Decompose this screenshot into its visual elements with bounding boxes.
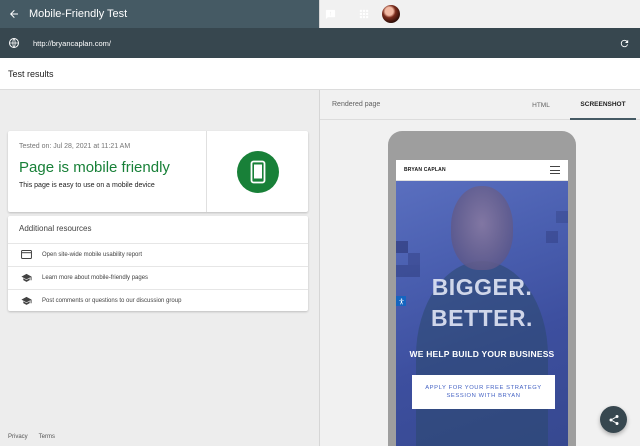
back-arrow-icon[interactable] [0,0,28,28]
hamburger-menu-icon [550,166,560,174]
globe-icon [0,28,28,58]
share-icon [609,414,618,425]
mobile-friendly-subtext: This page is easy to use on a mobile dev… [19,182,155,189]
person-photo [451,186,513,270]
rendered-tabs-bar: Rendered page HTML SCREENSHOT [320,90,640,120]
app-bar: Mobile-Friendly Test [0,0,640,28]
resource-link-usability-report[interactable]: Open site-wide mobile usability report [8,243,308,265]
app-title: Mobile-Friendly Test [29,8,128,20]
hero-line-1: BIGGER. [431,274,533,300]
refresh-icon[interactable] [614,33,634,53]
hero-banner: BIGGER. BETTER. WE HELP BUILD YOUR BUSIN… [396,181,568,446]
hero-tagline: WE HELP BUILD YOUR BUSINESS [409,349,555,359]
resource-link-discussion-group[interactable]: Post comments or questions to our discus… [8,289,308,311]
phone-check-icon [237,151,279,193]
site-header: BRYAN CAPLAN [396,160,568,181]
phone-frame: BRYAN CAPLAN BIGGER. BETTER. WE HELP BUI… [388,131,576,446]
tested-url[interactable]: http://bryancaplan.com/ [33,39,111,48]
tab-screenshot[interactable]: SCREENSHOT [570,90,636,120]
footer-links: Privacy Terms [8,434,55,440]
cta-line-1: APPLY FOR YOUR FREE STRATEGY [425,385,542,391]
accessibility-icon [396,296,406,306]
privacy-link[interactable]: Privacy [8,434,28,440]
results-header: Test results [0,58,640,90]
mobile-friendly-headline: Page is mobile friendly [19,159,170,176]
rendered-page-label: Rendered page [332,101,381,108]
resource-label: Post comments or questions to our discus… [42,297,182,304]
card-divider [206,131,207,212]
results-title: Test results [8,69,54,79]
cta-box: APPLY FOR YOUR FREE STRATEGY SESSION WIT… [412,375,555,409]
additional-resources-card: Additional resources Open site-wide mobi… [8,216,308,311]
site-logo: BRYAN CAPLAN [404,167,446,173]
resource-label: Learn more about mobile-friendly pages [42,274,149,281]
additional-resources-title: Additional resources [19,224,92,233]
rendered-page-pane: Rendered page HTML SCREENSHOT BRYAN CAPL… [319,90,640,446]
school-icon [15,296,37,306]
cta-line-2: SESSION WITH BRYAN [446,393,521,399]
url-bar: http://bryancaplan.com/ [0,28,640,58]
account-avatar[interactable] [382,5,400,23]
tab-html[interactable]: HTML [521,90,561,120]
results-pane: Tested on: Jul 28, 2021 at 11:21 AM Page… [0,90,319,446]
terms-link[interactable]: Terms [39,434,55,440]
school-icon [15,273,37,283]
status-card: Tested on: Jul 28, 2021 at 11:21 AM Page… [8,131,308,212]
report-icon [15,250,37,259]
tested-on-text: Tested on: Jul 28, 2021 at 11:21 AM [19,143,131,150]
hero-line-2: BETTER. [431,305,533,331]
feedback-icon[interactable] [320,4,340,24]
resource-label: Open site-wide mobile usability report [42,251,143,258]
share-button[interactable] [600,406,627,433]
screenshot-preview: BRYAN CAPLAN BIGGER. BETTER. WE HELP BUI… [396,160,568,446]
apps-grid-icon[interactable] [354,4,374,24]
resource-link-learn-more[interactable]: Learn more about mobile-friendly pages [8,266,308,288]
